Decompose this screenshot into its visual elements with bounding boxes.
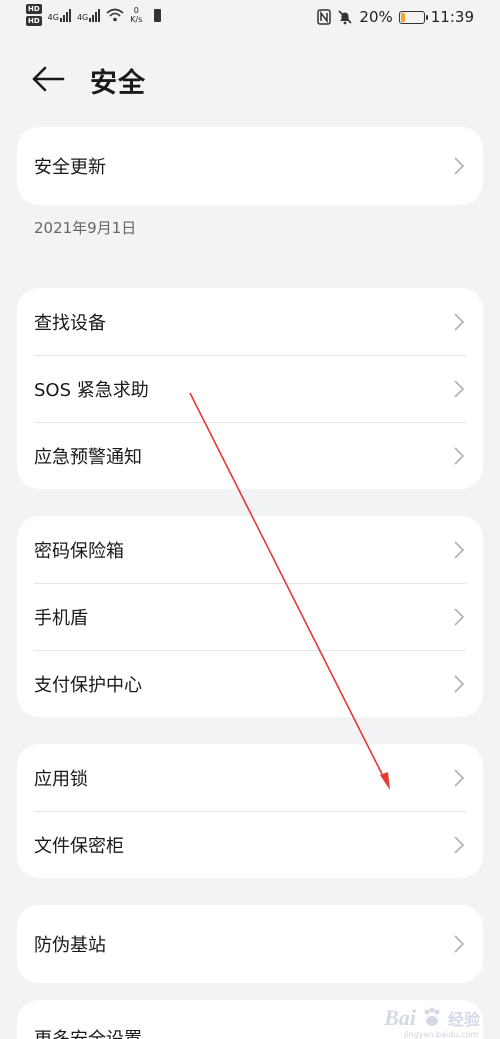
menu-item-payment-protection[interactable]: 支付保护中心 bbox=[17, 650, 483, 717]
menu-item-label: 手机盾 bbox=[34, 607, 88, 629]
menu-item-emergency-alerts[interactable]: 应急预警通知 bbox=[17, 422, 483, 489]
chevron-right-icon bbox=[454, 607, 465, 626]
page-title: 安全 bbox=[90, 68, 146, 99]
menu-item-phone-shield[interactable]: 手机盾 bbox=[17, 583, 483, 650]
speed-unit: K/s bbox=[130, 15, 143, 24]
battery-icon bbox=[398, 10, 428, 24]
chevron-right-icon bbox=[454, 312, 465, 331]
status-left: HD HD 4G 4G 0 K/s bbox=[26, 4, 162, 26]
paw-icon bbox=[424, 1007, 440, 1026]
chevron-right-icon bbox=[454, 935, 465, 953]
battery-percent: 20% bbox=[359, 8, 393, 26]
security-update-card: 安全更新 bbox=[17, 127, 483, 205]
chevron-right-icon bbox=[454, 157, 465, 175]
watermark: Bai 经验 bbox=[384, 1005, 480, 1031]
notification-icon bbox=[154, 8, 162, 22]
chevron-right-icon bbox=[454, 540, 465, 559]
chevron-right-icon bbox=[454, 446, 465, 465]
speed-value: 0 bbox=[133, 6, 139, 15]
network-type-2: 4G bbox=[76, 13, 89, 22]
menu-item-label: 应用锁 bbox=[34, 768, 88, 790]
hd-icon-2: HD bbox=[26, 16, 42, 26]
back-arrow-icon[interactable] bbox=[30, 64, 66, 94]
menu-item-security-update[interactable]: 安全更新 bbox=[17, 127, 483, 205]
mute-bell-icon bbox=[338, 10, 352, 25]
menu-item-fake-base-station[interactable]: 防伪基站 bbox=[17, 905, 483, 983]
card-group-2: 密码保险箱 手机盾 支付保护中心 bbox=[17, 516, 483, 717]
chevron-right-icon bbox=[454, 768, 465, 787]
menu-item-label: 支付保护中心 bbox=[34, 674, 142, 696]
chevron-right-icon bbox=[454, 379, 465, 398]
menu-item-find-device[interactable]: 查找设备 bbox=[17, 288, 483, 355]
network-speed: 0 K/s bbox=[130, 6, 142, 24]
card-group-1: 查找设备 SOS 紧急求助 应急预警通知 bbox=[17, 288, 483, 489]
menu-item-label: 防伪基站 bbox=[34, 935, 106, 956]
menu-item-label: SOS 紧急求助 bbox=[34, 379, 149, 401]
hd-indicators: HD HD bbox=[26, 4, 42, 26]
signal-2-icon: 4G bbox=[76, 8, 101, 22]
signal-1-icon: 4G bbox=[48, 8, 71, 22]
status-bar: HD HD 4G 4G 0 K/s 20% 11:39 bbox=[0, 0, 500, 40]
menu-item-label: 应急预警通知 bbox=[34, 446, 142, 468]
page-header: 安全 bbox=[0, 50, 500, 110]
status-right: 20% 11:39 bbox=[317, 8, 474, 26]
menu-item-label: 文件保密柜 bbox=[34, 835, 124, 857]
watermark-text: 经验 bbox=[447, 1010, 480, 1029]
menu-item-file-safe[interactable]: 文件保密柜 bbox=[17, 811, 483, 878]
clock: 11:39 bbox=[430, 8, 474, 26]
chevron-right-icon bbox=[454, 674, 465, 693]
card-group-4: 防伪基站 bbox=[17, 905, 483, 983]
watermark-url: jingyan.baidu.com bbox=[404, 1030, 478, 1039]
menu-item-password-vault[interactable]: 密码保险箱 bbox=[17, 516, 483, 583]
hd-icon-1: HD bbox=[26, 4, 42, 14]
wifi-icon bbox=[106, 8, 124, 22]
menu-item-label: 查找设备 bbox=[34, 312, 106, 334]
menu-item-label: 更多安全设置 bbox=[34, 1025, 142, 1039]
menu-item-sos[interactable]: SOS 紧急求助 bbox=[17, 355, 483, 422]
battery-fill bbox=[400, 12, 405, 22]
nfc-icon bbox=[317, 9, 332, 25]
card-group-3: 应用锁 文件保密柜 bbox=[17, 744, 483, 878]
network-type-1: 4G bbox=[47, 13, 59, 22]
security-update-date: 2021年9月1日 bbox=[34, 219, 137, 237]
menu-item-label: 密码保险箱 bbox=[34, 540, 124, 562]
menu-item-label: 安全更新 bbox=[34, 157, 106, 178]
menu-item-app-lock[interactable]: 应用锁 bbox=[17, 744, 483, 811]
watermark-logo: Bai bbox=[384, 1005, 416, 1030]
chevron-right-icon bbox=[454, 835, 465, 854]
